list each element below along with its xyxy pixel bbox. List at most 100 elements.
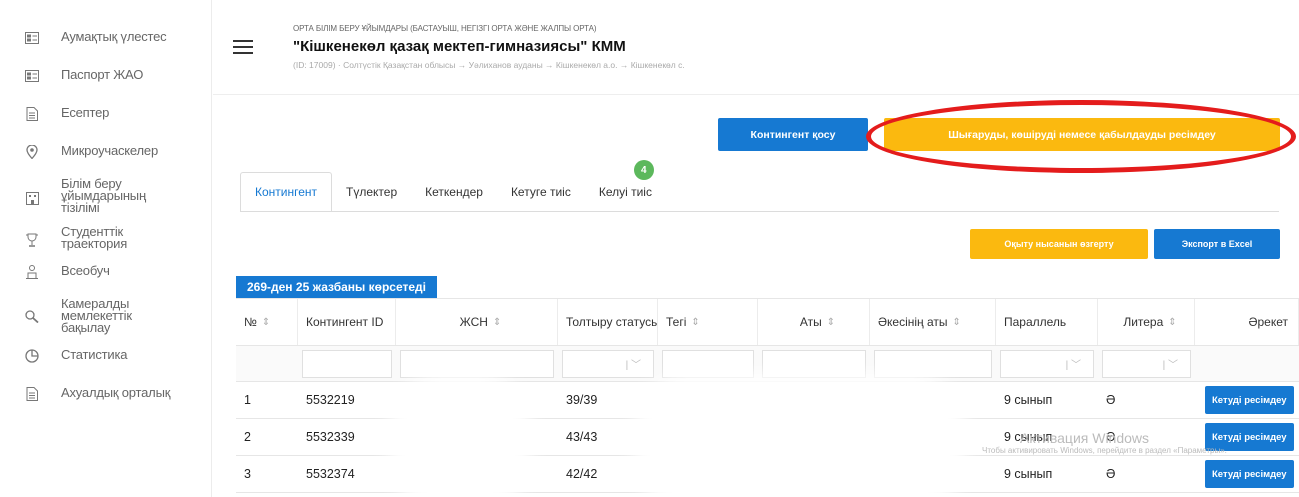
column-header-litera[interactable]: Литера ⇕	[1098, 299, 1195, 345]
tab-contingent[interactable]: Контингент	[240, 172, 333, 212]
sidebar-item-label: Камералды мемлекеттік бақылау	[61, 296, 132, 335]
column-header-patronymic[interactable]: Әкесінің аты ⇕	[870, 299, 996, 345]
sidebar-item-passport[interactable]: Паспорт ЖАО	[0, 66, 211, 90]
filter-input-surname[interactable]	[662, 349, 754, 378]
sidebar-item-label: Студенттік траектория	[61, 224, 128, 251]
sidebar-item-territorial[interactable]: Аумақтық үлестес	[0, 28, 211, 52]
filter-input-patronymic[interactable]	[874, 349, 992, 378]
row-fill-status: 39/39	[566, 393, 598, 407]
building-icon	[24, 190, 40, 206]
column-header-name[interactable]: Аты ⇕	[758, 299, 870, 345]
filter-select-litera[interactable]: | ﹀	[1102, 349, 1191, 378]
filter-cell	[758, 346, 870, 381]
sidebar-item-registry[interactable]: Білім беру ұйымдарының тізілімі	[0, 176, 211, 215]
filter-cell	[236, 346, 298, 381]
records-count-label: 269-ден 25 жазбаны көрсетеді	[236, 276, 437, 298]
filter-cell: | ﹀	[996, 346, 1098, 381]
row-action-cell: Кетуді ресімдеу	[1195, 382, 1299, 418]
row-fill-status: 42/42	[566, 467, 598, 481]
filter-cell	[396, 346, 558, 381]
sort-icon[interactable]: ⇕	[493, 317, 501, 328]
formalize-transfer-button[interactable]: Шығаруды, көшіруді немесе қабылдауды рес…	[884, 118, 1280, 151]
row-parallel: 9 сынып	[1004, 467, 1053, 481]
person-icon	[24, 264, 40, 280]
grid-icon	[24, 68, 40, 84]
page-title: "Кішкенекөл қазақ мектеп-гимназиясы" КММ	[293, 38, 626, 55]
filter-input-name[interactable]	[762, 349, 866, 378]
sort-icon[interactable]: ⇕	[1168, 317, 1176, 328]
sidebar-item-statistics[interactable]: Статистика	[0, 346, 211, 370]
sidebar-item-label: Статистика	[61, 347, 128, 362]
sort-icon[interactable]: ⇕	[262, 317, 270, 328]
export-excel-button[interactable]: Экспорт в Excel	[1154, 229, 1280, 259]
sidebar-item-label: Всеобуч	[61, 263, 110, 278]
filter-cell	[298, 346, 396, 381]
column-header-action: Әрекет	[1195, 299, 1299, 345]
filter-select-fill-status[interactable]: | ﹀	[562, 349, 654, 378]
sidebar-item-reports[interactable]: Есептер	[0, 104, 211, 128]
redaction-blur	[405, 390, 515, 497]
row-fill-status: 43/43	[566, 430, 598, 444]
inspection-icon	[24, 308, 40, 324]
row-litera: Ә	[1106, 393, 1116, 407]
count-badge: 4	[633, 160, 654, 180]
formalize-departure-button[interactable]: Кетуді ресімдеу	[1205, 386, 1294, 414]
sidebar-item-control[interactable]: Камералды мемлекеттік бақылау	[0, 296, 211, 335]
row-num: 3	[244, 467, 251, 481]
document-icon	[24, 386, 40, 402]
sidebar-item-label: Есептер	[61, 105, 110, 120]
row-litera: Ә	[1106, 467, 1116, 481]
tab-graduates[interactable]: Түлектер	[332, 172, 411, 212]
tab-to-depart[interactable]: Кетуге тиіс	[497, 172, 585, 212]
row-parallel: 9 сынып	[1004, 393, 1053, 407]
menu-icon[interactable]	[233, 40, 253, 54]
filter-select-parallel[interactable]: | ﹀	[1000, 349, 1094, 378]
sidebar-item-situation-center[interactable]: Ахуалдық орталық	[0, 384, 211, 408]
sidebar-item-label: Паспорт ЖАО	[61, 67, 144, 82]
add-contingent-button[interactable]: Контингент қосу	[718, 118, 868, 151]
sort-icon[interactable]: ⇕	[827, 317, 835, 328]
breadcrumb: (ID: 17009) · Солтүстік Қазақстан облысы…	[293, 60, 685, 70]
column-header-parallel[interactable]: Параллель	[996, 299, 1098, 345]
change-edu-form-button[interactable]: Оқыту нысанын өзгерту	[970, 229, 1148, 259]
sidebar-item-label: Білім беру ұйымдарының тізілімі	[61, 176, 146, 215]
filter-cell	[658, 346, 758, 381]
chevron-down-icon: | ﹀	[1065, 360, 1081, 371]
tab-bar: Контингент Түлектер Кеткендер Кетуге тиі…	[240, 160, 666, 212]
sidebar-item-student-trajectory[interactable]: Студенттік траектория	[0, 224, 211, 251]
windows-watermark-title: Активация Windows	[1020, 430, 1150, 446]
table-header-row: № ⇕ Контингент ID ЖСН ⇕ Толтыру статусы Те…	[236, 298, 1299, 346]
filter-input-contingent-id[interactable]	[302, 349, 392, 378]
filter-input-iin[interactable]	[400, 349, 554, 378]
filter-row: | ﹀ | ﹀ | ﹀	[236, 346, 1299, 382]
row-contingent-id: 5532374	[306, 467, 355, 481]
windows-watermark-text: Чтобы активировать Windows, перейдите в …	[982, 446, 1227, 455]
filter-cell	[1195, 346, 1299, 381]
column-header-num[interactable]: № ⇕	[236, 299, 298, 345]
chevron-down-icon: | ﹀	[1162, 360, 1178, 371]
formalize-departure-button[interactable]: Кетуді ресімдеу	[1205, 460, 1294, 488]
grid-icon	[24, 30, 40, 46]
sidebar-item-vseobuch[interactable]: Всеобуч	[0, 262, 211, 286]
tabs-divider	[240, 211, 1279, 212]
document-icon	[24, 106, 40, 122]
chevron-down-icon: | ﹀	[625, 360, 641, 371]
column-header-fill-status[interactable]: Толтыру статусы	[558, 299, 658, 345]
chart-icon	[24, 348, 40, 364]
filter-cell: | ﹀	[1098, 346, 1195, 381]
tab-departed[interactable]: Кеткендер	[411, 172, 497, 212]
tab-label: Келуі тиіс	[598, 185, 652, 199]
sort-icon[interactable]: ⇕	[953, 317, 961, 328]
filter-cell	[870, 346, 996, 381]
page-header: ОРТА БІЛІМ БЕРУ ҰЙЫМДАРЫ (БАСТАУЫШ, НЕГІ…	[213, 0, 1299, 95]
redaction-blur	[650, 390, 950, 497]
column-header-surname[interactable]: Тегі ⇕	[658, 299, 758, 345]
column-header-contingent-id[interactable]: Контингент ID	[298, 299, 396, 345]
column-header-iin[interactable]: ЖСН ⇕	[396, 299, 558, 345]
tab-to-arrive[interactable]: Келуі тиіс 4	[585, 160, 666, 212]
sidebar-item-microdistricts[interactable]: Микроучаскелер	[0, 142, 211, 166]
sidebar-item-label: Ахуалдық орталық	[61, 385, 171, 400]
location-icon	[24, 144, 40, 160]
sort-icon[interactable]: ⇕	[691, 317, 699, 328]
row-contingent-id: 5532339	[306, 430, 355, 444]
